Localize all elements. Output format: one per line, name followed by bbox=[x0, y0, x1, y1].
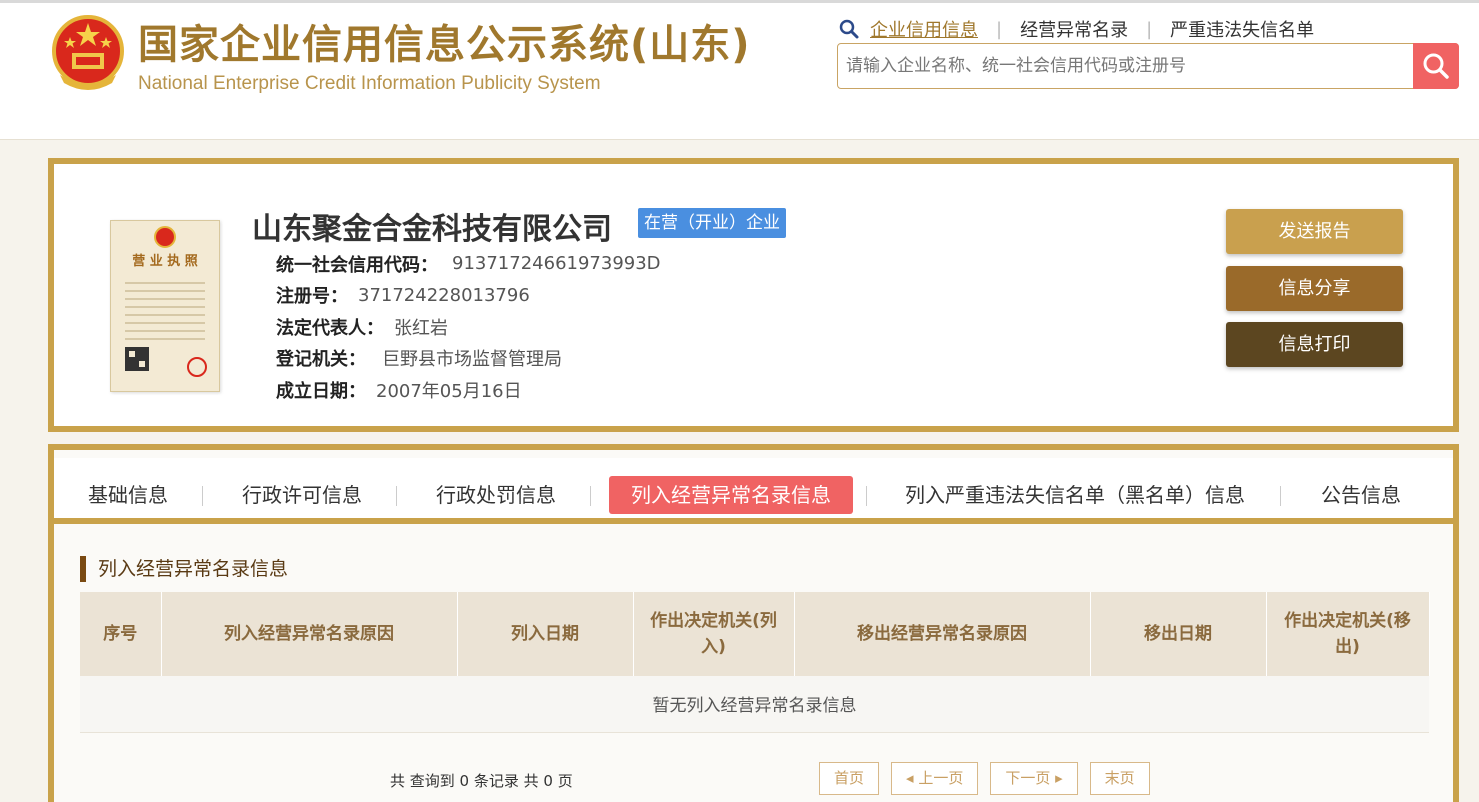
search-box bbox=[837, 43, 1459, 89]
site-title: 国家企业信用信息公示系统(山东) bbox=[138, 22, 751, 68]
column-header: 作出决定机关(移出) bbox=[1266, 592, 1430, 676]
company-name: 山东聚金合金科技有限公司 bbox=[252, 212, 612, 247]
info-row-credit-code: 统一社会信用代码： 91371724661973993D bbox=[276, 248, 661, 280]
company-card: 营 业 执 照 山东聚金合金科技有限公司 在营（开业）企业 统一社会信用代码： … bbox=[48, 158, 1459, 432]
search-button[interactable] bbox=[1413, 43, 1459, 89]
prev-page-button[interactable]: ◂ 上一页 bbox=[891, 762, 979, 795]
license-heading: 营 业 执 照 bbox=[132, 253, 198, 269]
share-info-button[interactable]: 信息分享 bbox=[1226, 266, 1403, 311]
info-row-legal-rep: 法定代表人： 张红岩 bbox=[276, 311, 661, 343]
search-icon bbox=[1423, 53, 1449, 79]
tab-divider bbox=[396, 486, 397, 506]
chevron-left-icon: ◂ bbox=[906, 769, 919, 787]
tab-divider bbox=[202, 486, 203, 506]
status-badge: 在营（开业）企业 bbox=[638, 208, 786, 238]
tab-blacklist[interactable]: 列入严重违法失信名单（黑名单）信息 bbox=[905, 476, 1245, 514]
table-row: 暂无列入经营异常名录信息 bbox=[80, 676, 1429, 733]
table-header-row: 序号 列入经营异常名录原因 列入日期 作出决定机关(列入) 移出经营异常名录原因… bbox=[80, 592, 1430, 676]
nav-divider: | bbox=[1146, 18, 1153, 40]
send-report-button[interactable]: 发送报告 bbox=[1226, 209, 1403, 254]
tab-abnormal-list[interactable]: 列入经营异常名录信息 bbox=[609, 476, 853, 514]
last-page-button[interactable]: 末页 bbox=[1089, 762, 1150, 795]
tab-penalty-info[interactable]: 行政处罚信息 bbox=[436, 476, 556, 514]
info-row-founded: 成立日期： 2007年05月16日 bbox=[276, 374, 661, 406]
next-page-button[interactable]: 下一页 ▸ bbox=[990, 762, 1078, 795]
column-header: 序号 bbox=[80, 592, 162, 676]
section-title: 列入经营异常名录信息 bbox=[80, 556, 288, 582]
search-input[interactable] bbox=[846, 44, 1406, 88]
column-header: 列入日期 bbox=[457, 592, 634, 676]
nav-blacklist[interactable]: 严重违法失信名单 bbox=[1170, 16, 1314, 42]
prev-page-label: 上一页 bbox=[918, 769, 964, 787]
column-header: 移出日期 bbox=[1090, 592, 1267, 676]
tab-divider bbox=[1280, 486, 1281, 506]
nav-divider: | bbox=[996, 18, 1003, 40]
info-label: 统一社会信用代码： bbox=[276, 254, 438, 276]
chevron-right-icon: ▸ bbox=[1050, 769, 1063, 787]
empty-table-message: 暂无列入经营异常名录信息 bbox=[80, 676, 1429, 733]
info-value: 91371724661973993D bbox=[452, 253, 661, 275]
tab-license-info[interactable]: 行政许可信息 bbox=[242, 476, 362, 514]
tab-divider bbox=[590, 486, 591, 506]
tab-divider bbox=[866, 486, 867, 506]
abnormal-list-table: 序号 列入经营异常名录原因 列入日期 作出决定机关(列入) 移出经营异常名录原因… bbox=[80, 592, 1430, 733]
tab-bar: 基础信息 行政许可信息 行政处罚信息 列入经营异常名录信息 列入严重违法失信名单… bbox=[54, 458, 1453, 524]
info-label: 法定代表人： bbox=[276, 317, 384, 339]
column-header: 列入经营异常名录原因 bbox=[161, 592, 458, 676]
print-info-button[interactable]: 信息打印 bbox=[1226, 322, 1403, 367]
search-icon bbox=[839, 19, 859, 39]
info-value: 2007年05月16日 bbox=[376, 380, 522, 402]
record-count: 共 查询到 0 条记录 共 0 页 bbox=[390, 772, 573, 790]
info-value: 巨野县市场监督管理局 bbox=[382, 349, 562, 371]
company-info-list: 统一社会信用代码： 91371724661973993D 注册号： 371724… bbox=[276, 248, 661, 406]
tab-basic-info[interactable]: 基础信息 bbox=[88, 476, 168, 514]
info-label: 成立日期： bbox=[276, 380, 366, 402]
tab-announcements[interactable]: 公告信息 bbox=[1321, 476, 1401, 514]
site-subtitle: National Enterprise Credit Information P… bbox=[138, 73, 601, 94]
info-row-authority: 登记机关： 巨野县市场监督管理局 bbox=[276, 343, 661, 375]
detail-panel: 基础信息 行政许可信息 行政处罚信息 列入经营异常名录信息 列入严重违法失信名单… bbox=[48, 444, 1459, 802]
info-value: 张红岩 bbox=[394, 317, 448, 339]
column-header: 作出决定机关(列入) bbox=[633, 592, 795, 676]
business-license-thumbnail[interactable]: 营 业 执 照 bbox=[110, 220, 220, 392]
top-nav: 企业信用信息 | 经营异常名录 | 严重违法失信名单 bbox=[838, 15, 1314, 43]
pagination: 首页 ◂ 上一页 下一页 ▸ 末页 bbox=[819, 762, 1150, 795]
next-page-label: 下一页 bbox=[1005, 769, 1051, 787]
nav-abnormal-list[interactable]: 经营异常名录 bbox=[1020, 16, 1128, 42]
national-emblem-icon bbox=[50, 13, 126, 93]
column-header: 移出经营异常名录原因 bbox=[794, 592, 1091, 676]
nav-credit-info[interactable]: 企业信用信息 bbox=[870, 16, 978, 42]
info-row-reg-number: 注册号： 371724228013796 bbox=[276, 280, 661, 312]
site-header: 国家企业信用信息公示系统(山东) National Enterprise Cre… bbox=[0, 0, 1479, 140]
info-value: 371724228013796 bbox=[358, 284, 530, 306]
info-label: 登记机关： bbox=[276, 349, 366, 371]
first-page-button[interactable]: 首页 bbox=[819, 762, 880, 795]
info-label: 注册号： bbox=[276, 286, 348, 308]
